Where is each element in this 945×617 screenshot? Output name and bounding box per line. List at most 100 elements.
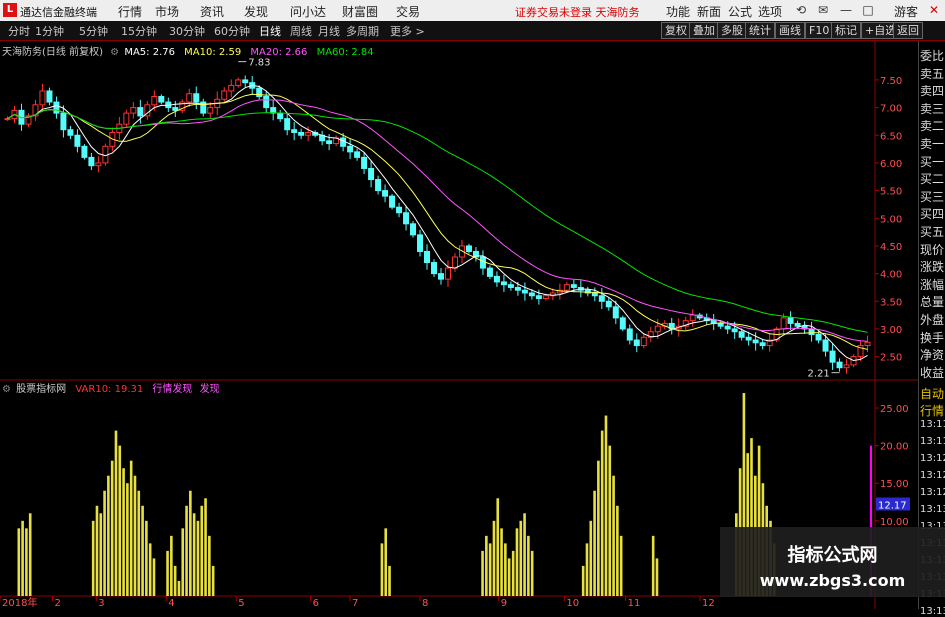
period-5min[interactable]: 5分钟 bbox=[79, 23, 108, 39]
price-tick-label: 6.00 bbox=[880, 159, 902, 170]
close-icon[interactable]: ✕ bbox=[926, 2, 942, 18]
ma10-line bbox=[7, 93, 868, 350]
volume-bars bbox=[17, 393, 776, 596]
candle-up bbox=[235, 79, 242, 86]
settings-icon[interactable]: ⚙ bbox=[110, 47, 119, 58]
high-label: 7.83 bbox=[248, 58, 270, 69]
mark-button[interactable]: 标记 bbox=[831, 22, 861, 39]
volume-bar bbox=[485, 535, 488, 596]
menu-market[interactable]: 市场 bbox=[155, 3, 179, 20]
period-daily[interactable]: 日线 bbox=[259, 23, 281, 39]
price-chart[interactable]: 7.50 7.00 6.50 6.00 5.50 5.00 4.50 4.00 3.50 3.00… bbox=[0, 41, 945, 609]
menu-new-page[interactable]: 新面 bbox=[697, 3, 721, 20]
candle-down bbox=[598, 295, 605, 302]
adjust-button[interactable]: 复权 bbox=[661, 22, 691, 39]
volume-bar bbox=[481, 550, 484, 596]
side-panel: 委比 卖五 卖四 卖三 卖二 卖一 买一 买二 买三 买四 买五 现价 涨跌 涨幅 总量 外盘 换手 净资 收益 自动… bbox=[918, 41, 945, 617]
date-label: 4 bbox=[168, 598, 174, 609]
menu-wealth[interactable]: 财富圈 bbox=[342, 3, 378, 20]
candle-down bbox=[193, 93, 200, 103]
volume-bar bbox=[604, 415, 608, 596]
chart-area[interactable]: 7.50 7.00 6.50 6.00 5.50 5.00 4.50 4.00 3.50 3.00… bbox=[0, 41, 945, 609]
guest-label[interactable]: 游客 bbox=[894, 3, 918, 20]
candle-down bbox=[242, 79, 249, 84]
price-tick-label: 5.00 bbox=[880, 214, 902, 225]
period-60min[interactable]: 60分钟 bbox=[214, 23, 250, 39]
candle-up bbox=[123, 112, 130, 125]
menu-function[interactable]: 功能 bbox=[666, 3, 690, 20]
volume-bar bbox=[177, 580, 181, 596]
maximize-icon[interactable]: □ bbox=[860, 2, 876, 18]
candle-down bbox=[759, 342, 766, 347]
candle-down bbox=[570, 284, 577, 288]
volume-bar bbox=[488, 543, 492, 596]
volume-bar bbox=[519, 520, 523, 596]
side-label: 卖三 bbox=[920, 101, 945, 116]
candle-down bbox=[382, 190, 389, 197]
period-weekly[interactable]: 周线 bbox=[290, 23, 312, 39]
volume-bar bbox=[192, 513, 196, 596]
statistics-button[interactable]: 统计 bbox=[745, 22, 775, 39]
login-notice[interactable]: 证券交易未登录 天海防务 bbox=[515, 4, 640, 20]
menu-discover[interactable]: 发现 bbox=[244, 3, 268, 20]
date-label: 9 bbox=[501, 598, 507, 609]
period-30min[interactable]: 30分钟 bbox=[169, 23, 205, 39]
candle-down bbox=[256, 87, 263, 98]
volume-bar bbox=[133, 475, 137, 596]
back-button[interactable]: 返回 bbox=[893, 22, 923, 39]
ma60-line bbox=[7, 109, 868, 333]
period-more[interactable]: 更多 > bbox=[390, 23, 425, 39]
var10-label: VAR10: 19.31 bbox=[75, 384, 144, 395]
volume-bar bbox=[208, 535, 211, 596]
volume-bar bbox=[608, 445, 612, 596]
indicator-tick-label: 15.00 bbox=[880, 479, 909, 490]
volume-bar bbox=[581, 565, 585, 596]
indicator-settings-icon[interactable]: ⚙ bbox=[2, 384, 11, 395]
indicator-tick-label: 20.00 bbox=[880, 442, 909, 453]
candle-down bbox=[60, 112, 67, 131]
candle-down bbox=[46, 90, 53, 103]
volume-bar bbox=[585, 543, 589, 596]
volume-bar bbox=[655, 558, 659, 596]
minimize-icon[interactable]: — bbox=[838, 2, 854, 18]
overlay-button[interactable]: 叠加 bbox=[689, 22, 719, 39]
menu-options[interactable]: 选项 bbox=[758, 3, 782, 20]
candle-down bbox=[808, 328, 815, 335]
candle-down bbox=[619, 317, 626, 330]
candle-up bbox=[689, 314, 696, 322]
period-timeshare[interactable]: 分时 bbox=[8, 23, 30, 39]
side-tab[interactable]: 自动 bbox=[920, 385, 944, 402]
menu-trade[interactable]: 交易 bbox=[396, 3, 420, 20]
bell-icon[interactable]: ✉ bbox=[815, 2, 831, 18]
volume-bar bbox=[185, 505, 188, 596]
period-15min[interactable]: 15分钟 bbox=[121, 23, 157, 39]
candle-up bbox=[780, 317, 787, 330]
volume-bar bbox=[122, 468, 125, 596]
indicator-label-2: 发现 bbox=[199, 384, 220, 395]
volume-bar bbox=[496, 498, 500, 596]
draw-line-button[interactable]: 画线 bbox=[775, 22, 805, 39]
volume-bar bbox=[492, 520, 496, 596]
volume-bar bbox=[129, 460, 133, 596]
candle-up bbox=[563, 284, 570, 291]
menu-formula[interactable]: 公式 bbox=[728, 3, 752, 20]
period-multi[interactable]: 多周期 bbox=[346, 23, 379, 39]
menu-ask[interactable]: 问小达 bbox=[290, 3, 326, 20]
f10-button[interactable]: F10 bbox=[805, 22, 834, 39]
side-label: 买二 bbox=[920, 172, 945, 187]
side-tab[interactable]: 行情 bbox=[920, 402, 944, 419]
menu-market-quote[interactable]: 行情 bbox=[118, 3, 142, 20]
candle-down bbox=[81, 145, 88, 158]
indicator-current-label: 12.17 bbox=[878, 500, 907, 511]
back-icon[interactable]: ⟲ bbox=[793, 2, 809, 18]
price-tick-label: 2.50 bbox=[880, 353, 902, 364]
period-monthly[interactable]: 月线 bbox=[318, 23, 340, 39]
menu-news[interactable]: 资讯 bbox=[200, 3, 224, 20]
side-label: 总量 bbox=[920, 295, 945, 310]
side-label: 卖五 bbox=[920, 66, 945, 81]
candle-down bbox=[535, 295, 542, 300]
multi-stock-button[interactable]: 多股 bbox=[717, 22, 747, 39]
candle-down bbox=[354, 151, 361, 158]
period-1min[interactable]: 1分钟 bbox=[35, 23, 64, 39]
date-label: 5 bbox=[238, 598, 244, 609]
